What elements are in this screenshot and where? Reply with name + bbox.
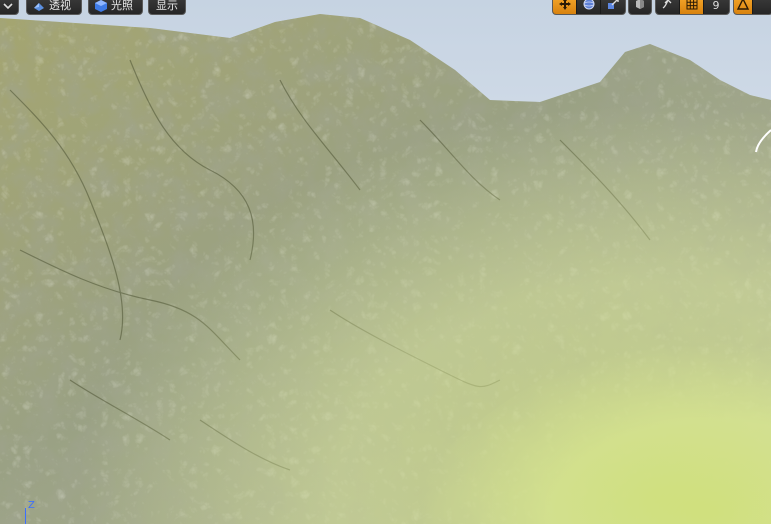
transform-tool-group — [552, 0, 626, 15]
perspective-label: 透视 — [49, 0, 71, 12]
viewport-options-dropdown[interactable] — [0, 0, 19, 15]
angle-snap-group — [733, 0, 771, 15]
grid-icon — [685, 0, 699, 14]
world-local-toggle-button[interactable] — [629, 0, 651, 14]
axis-z-label: Z — [28, 500, 35, 511]
chevron-down-icon — [1, 0, 15, 13]
angle-triangle-icon — [736, 0, 750, 14]
rotate-sphere-icon — [582, 0, 596, 14]
rotate-tool-button[interactable] — [577, 0, 601, 14]
level-viewport[interactable] — [0, 0, 771, 524]
lighting-mode-button[interactable]: 光照 — [88, 0, 143, 15]
surface-snap-button[interactable] — [656, 0, 680, 14]
lighting-label: 光照 — [111, 0, 133, 12]
surface-snap-icon — [661, 0, 675, 14]
perspective-button[interactable]: 透视 — [26, 0, 82, 15]
grid-snap-button[interactable] — [680, 0, 704, 14]
cube-icon — [633, 0, 647, 14]
grid-snap-group: 9 — [655, 0, 730, 15]
move-arrows-icon — [558, 0, 572, 14]
grid-snap-value-text: 9 — [712, 0, 720, 12]
translate-tool-button[interactable] — [553, 0, 577, 14]
grass-glow — [0, 0, 771, 524]
perspective-cube-icon — [32, 0, 46, 13]
scale-box-icon — [606, 0, 620, 14]
angle-snap-button[interactable] — [734, 0, 754, 14]
lit-sphere-icon — [94, 0, 108, 13]
angle-snap-value[interactable] — [753, 0, 771, 14]
scale-tool-button[interactable] — [601, 0, 625, 14]
show-flags-button[interactable]: 显示 — [148, 0, 186, 15]
world-local-group — [628, 0, 652, 15]
axis-z-line — [25, 508, 26, 524]
show-label: 显示 — [156, 0, 178, 12]
grid-snap-value[interactable]: 9 — [704, 0, 728, 14]
